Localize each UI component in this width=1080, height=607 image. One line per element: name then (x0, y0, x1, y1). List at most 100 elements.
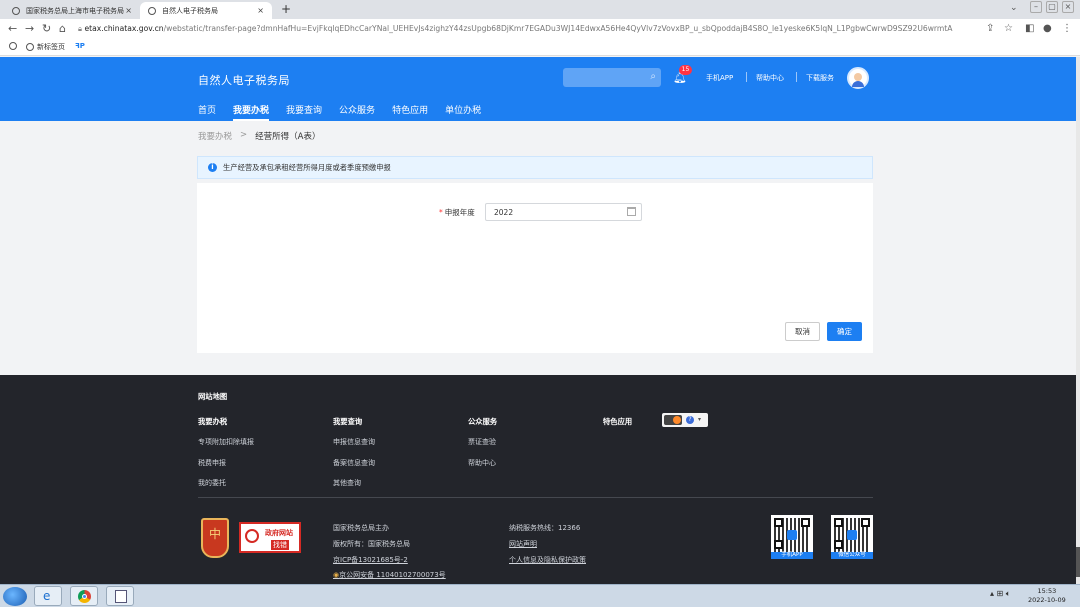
footer-link[interactable]: 其他查询 (333, 478, 361, 488)
footer-info: 纳税服务热线：12366 (509, 524, 581, 532)
ie-icon[interactable]: e (34, 586, 62, 606)
search-input[interactable]: ⌕ (563, 68, 661, 87)
search-icon[interactable]: ⌕ (650, 71, 656, 82)
tray-icons[interactable]: ▴ ⊞ 🔈︎ (990, 589, 1011, 599)
footer-link[interactable]: 申报信息查询 (333, 437, 375, 447)
mobile-app-link[interactable]: 手机APP (706, 73, 733, 83)
scrollbar[interactable] (1076, 57, 1080, 584)
info-banner: i 生产经营及承包承租经营所得月度或者季度预缴申报 (197, 156, 873, 179)
site-title[interactable]: 自然人电子税务局 (198, 72, 290, 88)
magnifier-icon (245, 529, 259, 543)
breadcrumb-separator: > (240, 130, 248, 140)
clock[interactable]: 15:53 2022-10-09 (1028, 587, 1066, 605)
breadcrumb-parent[interactable]: 我要办税 (198, 130, 232, 142)
sitemap-title: 网站地图 (198, 392, 228, 401)
menu-icon[interactable]: ⋮ (1062, 22, 1072, 36)
avatar[interactable] (847, 67, 869, 89)
gov-logo-line1: 政府网站 (265, 529, 293, 537)
sidebar-icon[interactable]: ◧ (1025, 22, 1034, 36)
close-tab-icon[interactable]: × (257, 6, 264, 15)
back-icon[interactable]: ← (8, 22, 17, 36)
info-icon: i (208, 163, 217, 172)
clock-date: 2022-10-09 (1028, 596, 1066, 604)
breadcrumb: 我要办税 > 经营所得（A表） (198, 130, 320, 142)
nav-tax-handling[interactable]: 我要办税 (233, 103, 270, 121)
footer-col-title: 特色应用 (603, 417, 633, 426)
footer-col-title: 公众服务 (468, 417, 498, 426)
share-icon[interactable]: ⇪ (986, 22, 994, 36)
police-record-link[interactable]: ◉京公网安备 11040102700073号 (333, 570, 446, 580)
footer-link[interactable]: 票证查验 (468, 437, 496, 447)
footer-info: 国家税务总局主办 (333, 524, 389, 532)
tab-shanghai-etax[interactable]: 国家税务总局上海市电子税务局 × (4, 2, 140, 19)
year-picker[interactable]: 2022 (485, 203, 642, 221)
nav-public-service[interactable]: 公众服务 (339, 103, 375, 121)
maximize-icon[interactable]: ▢ (1046, 1, 1058, 13)
new-tab-button[interactable]: + (281, 2, 291, 16)
qr-code-app: 手机APP (771, 515, 813, 559)
gov-logo-line2: 找错 (271, 540, 289, 550)
accessibility-toggle[interactable]: ? ▾ (662, 413, 708, 427)
footer-link[interactable]: 我的委托 (198, 478, 226, 488)
download-link[interactable]: 下载服务 (806, 73, 834, 83)
year-label-text: 申报年度 (444, 208, 475, 217)
cancel-button[interactable]: 取消 (785, 322, 820, 341)
notification-badge: 15 (679, 65, 692, 75)
profile-icon[interactable]: ● (1043, 22, 1052, 36)
nav-featured-apps[interactable]: 特色应用 (392, 103, 428, 121)
address-bar: ← → ↻ ⌂ 🔒︎ etax.chinatax.gov.cn/webstati… (0, 19, 1080, 39)
site-footer: 网站地图 我要办税 专项附加扣除填报 税费申报 我的委托 我要查询 申报信息查询… (0, 375, 1076, 585)
footer-link[interactable]: 专项附加扣除填报 (198, 437, 254, 447)
url-domain: etax.chinatax.gov.cn (84, 24, 164, 33)
taskbar: e ▴ ⊞ 🔈︎ 15:53 2022-10-09 (0, 584, 1080, 607)
apps-icon[interactable] (9, 42, 17, 50)
bookmark-label: 新标签页 (37, 43, 65, 51)
browser-tab-bar: 国家税务总局上海市电子税务局 × 自然人电子税务局 × + ⌄ – ▢ × (0, 0, 1080, 19)
close-tab-icon[interactable]: × (125, 6, 132, 15)
forward-icon[interactable]: → (25, 22, 34, 36)
url-path: /webstatic/transfer-page?dmnHafHu=EvjFkq… (163, 24, 953, 33)
help-center-link[interactable]: 帮助中心 (756, 73, 784, 83)
bookmark-new-tab[interactable]: 新标签页 (26, 42, 65, 52)
window-controls: – ▢ × (1030, 1, 1074, 13)
privacy-policy-link[interactable]: 个人信息及隐私保护政策 (509, 555, 586, 565)
help-icon: ? (686, 416, 694, 424)
bookmarks-bar: 新标签页 ꟻP (0, 39, 1080, 56)
banner-text: 生产经营及承包承租经营所得月度或者季度预缴申报 (223, 163, 391, 172)
chevron-down-icon[interactable]: ⌄ (1010, 3, 1018, 13)
required-mark: * (439, 208, 443, 217)
footer-link[interactable]: 帮助中心 (468, 458, 496, 468)
close-window-icon[interactable]: × (1062, 1, 1074, 13)
globe-icon (26, 43, 34, 51)
site-header: 自然人电子税务局 ⌕ 🔔︎ 15 手机APP 帮助中心 下载服务 首页 我要办税… (0, 57, 1076, 121)
confirm-button[interactable]: 确定 (827, 322, 862, 341)
home-icon[interactable]: ⌂ (59, 22, 66, 36)
nav-unit-tax[interactable]: 单位办税 (445, 103, 481, 121)
footer-col-title: 我要查询 (333, 417, 363, 426)
footer-link[interactable]: 备案信息查询 (333, 458, 375, 468)
divider (796, 72, 797, 82)
bookmark-logo-icon[interactable]: ꟻP (75, 42, 85, 50)
divider (198, 497, 873, 498)
icp-link[interactable]: 京ICP备13021685号-2 (333, 555, 408, 565)
document-app-icon[interactable] (106, 586, 134, 606)
nav-query[interactable]: 我要查询 (286, 103, 322, 121)
star-icon[interactable]: ☆ (1004, 22, 1013, 36)
tab-natural-person-etax[interactable]: 自然人电子税务局 × (140, 2, 272, 19)
minimize-icon[interactable]: – (1030, 1, 1042, 13)
site-statement-link[interactable]: 网站声明 (509, 539, 537, 549)
nav-home[interactable]: 首页 (198, 103, 216, 121)
start-button[interactable] (3, 587, 27, 606)
breadcrumb-current: 经营所得（A表） (255, 132, 321, 142)
gov-site-error-report-logo[interactable]: 政府网站 找错 (239, 522, 301, 553)
reload-icon[interactable]: ↻ (42, 22, 51, 36)
footer-link[interactable]: 税费申报 (198, 458, 226, 468)
tab-label: 国家税务总局上海市电子税务局 (26, 6, 124, 15)
chrome-icon[interactable] (70, 586, 98, 606)
calendar-icon[interactable] (627, 207, 636, 216)
footer-col-title: 我要办税 (198, 417, 228, 426)
globe-icon (148, 6, 156, 15)
globe-icon (12, 6, 20, 15)
tab-label: 自然人电子税务局 (162, 6, 218, 15)
url-field[interactable]: 🔒︎ etax.chinatax.gov.cn/webstatic/transf… (78, 22, 978, 36)
